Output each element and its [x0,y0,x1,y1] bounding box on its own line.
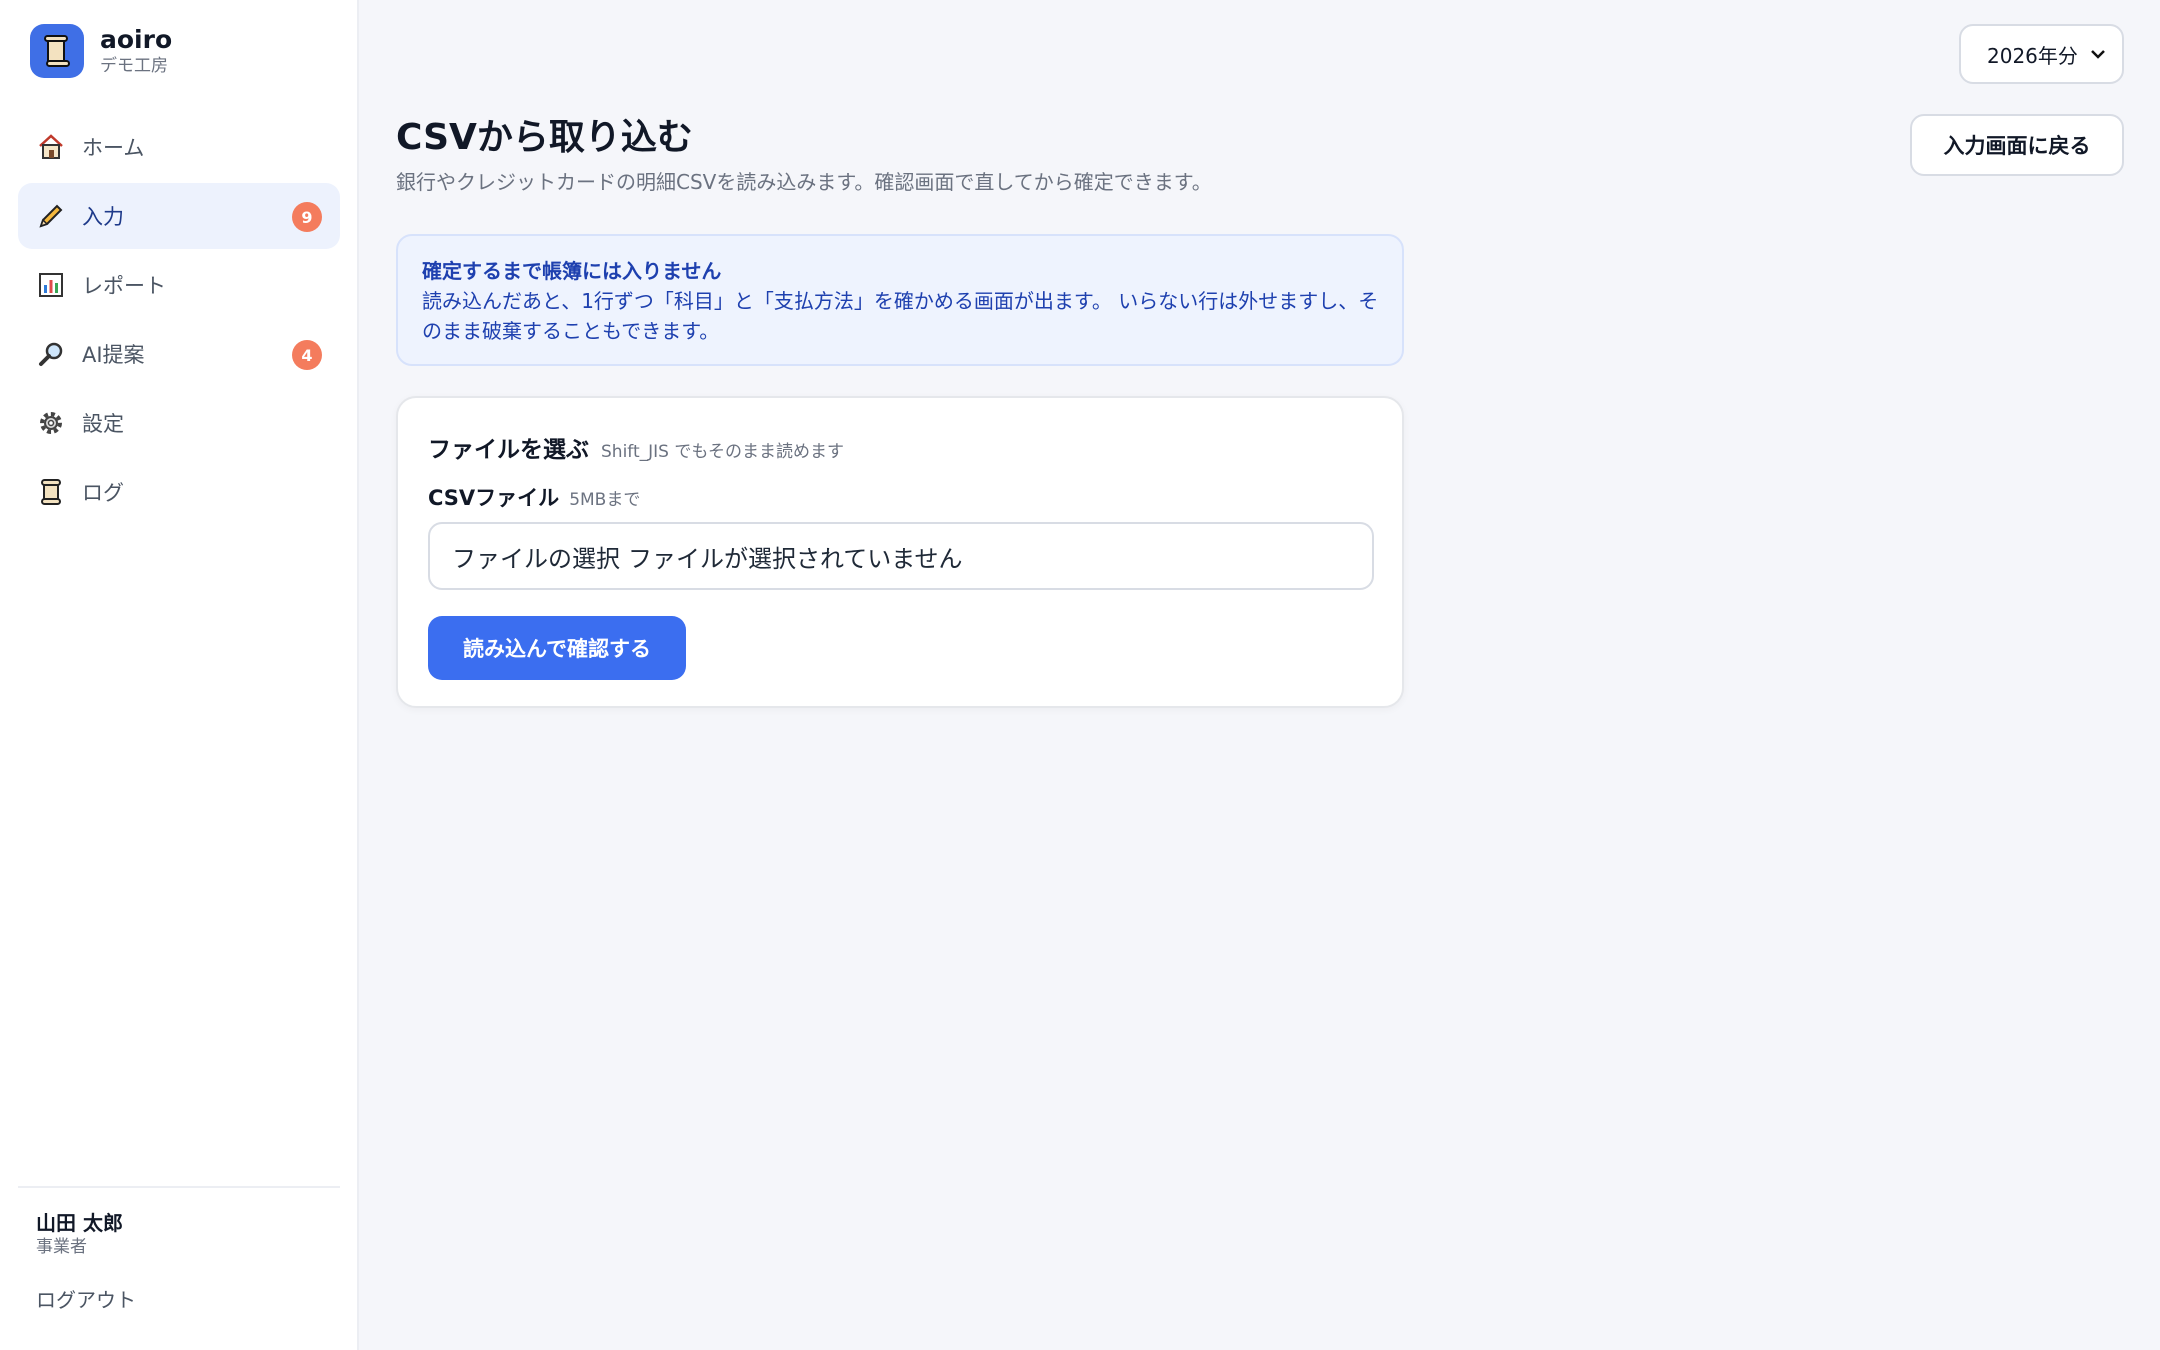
import-confirm-button[interactable]: 読み込んで確認する [428,616,686,680]
sidebar-item-settings[interactable]: 設定 [18,390,340,456]
year-select-value: 2026年分 [1987,43,2078,68]
sidebar-item-label: レポート [82,274,166,298]
home-icon [36,132,66,162]
count-badge: 4 [292,340,322,370]
info-notice: 確定するまで帳簿には入りません 読み込んだあと、1行ずつ「科目」と「支払方法」を… [396,234,1404,366]
page-subtitle: 銀行やクレジットカードの明細CSVを読み込みます。確認画面で直してから確定できま… [396,170,1212,194]
csv-file-input[interactable]: ファイルの選択 ファイルが選択されていません [428,522,1374,590]
card-hint: Shift_JIS でもそのまま読めます [601,442,845,462]
count-badge: 9 [292,202,322,232]
chevron-down-icon [2091,50,2105,59]
file-status: ファイルが選択されていません [628,544,963,573]
sidebar-item-label: 設定 [82,412,124,436]
sidebar-item-label: 入力 [82,205,124,229]
notice-title: 確定するまで帳簿には入りません [422,259,722,283]
scroll-icon [36,477,66,507]
app-name: aoiro [100,25,173,54]
sidebar-nav: ホーム 入力 9 レポート AI提案 4 設定 ログ [18,114,340,528]
sidebar-item-label: AI提案 [82,343,145,367]
year-select[interactable]: 2026年分 [1959,24,2124,84]
gear-icon [36,408,66,438]
logout-link[interactable]: ログアウト [36,1284,322,1313]
pencil-icon [36,201,66,231]
bar-chart-icon [36,270,66,300]
sidebar-item-input[interactable]: 入力 9 [18,183,340,249]
workspace-name: デモ工房 [100,56,168,76]
back-to-input-button[interactable]: 入力画面に戻る [1910,114,2124,176]
sidebar-item-report[interactable]: レポート [18,252,340,318]
choose-file-button[interactable]: ファイルの選択 [452,539,620,574]
user-name: 山田 太郎 [36,1211,123,1235]
upload-card: ファイルを選ぶ Shift_JIS でもそのまま読めます CSVファイル 5MB… [396,396,1404,708]
sidebar: aoiro デモ工房 ホーム 入力 9 レポート AI提案 4 設定 ログ 山田… [0,0,359,1350]
sidebar-item-ai-suggestions[interactable]: AI提案 4 [18,321,340,387]
sidebar-item-label: ログ [82,481,124,505]
page-title: CSVから取り込む [396,117,693,158]
brand[interactable]: aoiro デモ工房 [30,24,172,78]
sidebar-item-home[interactable]: ホーム [18,114,340,180]
csv-field-hint: 5MBまで [569,490,641,510]
user-panel: 山田 太郎 事業者 ログアウト [18,1186,340,1313]
csv-field-label: CSVファイル [428,486,560,510]
card-title: ファイルを選ぶ [428,437,589,463]
magnifier-icon [36,339,66,369]
user-role: 事業者 [36,1237,87,1257]
notice-body: 読み込んだあと、1行ずつ「科目」と「支払方法」を確かめる画面が出ます。 いらない… [422,289,1379,343]
app-logo-icon [30,24,84,78]
sidebar-item-log[interactable]: ログ [18,459,340,525]
sidebar-item-label: ホーム [82,136,145,160]
